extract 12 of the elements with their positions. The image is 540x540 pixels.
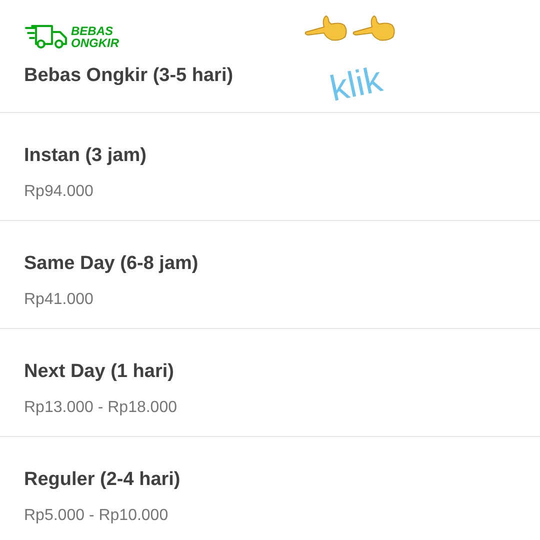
option-title: Instan (3 jam) <box>24 144 148 168</box>
badge-text: BEBAS ONGKIR <box>71 25 119 49</box>
option-price: Rp94.000 <box>24 182 94 202</box>
truck-icon <box>24 24 68 50</box>
option-title: Bebas Ongkir (3-5 hari) <box>24 64 234 88</box>
option-price: Rp13.000 - Rp18.000 <box>24 398 178 418</box>
option-title: Reguler (2-4 hari) <box>24 468 182 492</box>
option-title: Next Day (1 hari) <box>24 360 175 384</box>
annotation-text: klik <box>326 59 386 109</box>
option-title: Same Day (6-8 jam) <box>24 252 200 276</box>
option-price: Rp5.000 - Rp10.000 <box>24 506 170 526</box>
option-price: Rp41.000 <box>24 290 94 310</box>
